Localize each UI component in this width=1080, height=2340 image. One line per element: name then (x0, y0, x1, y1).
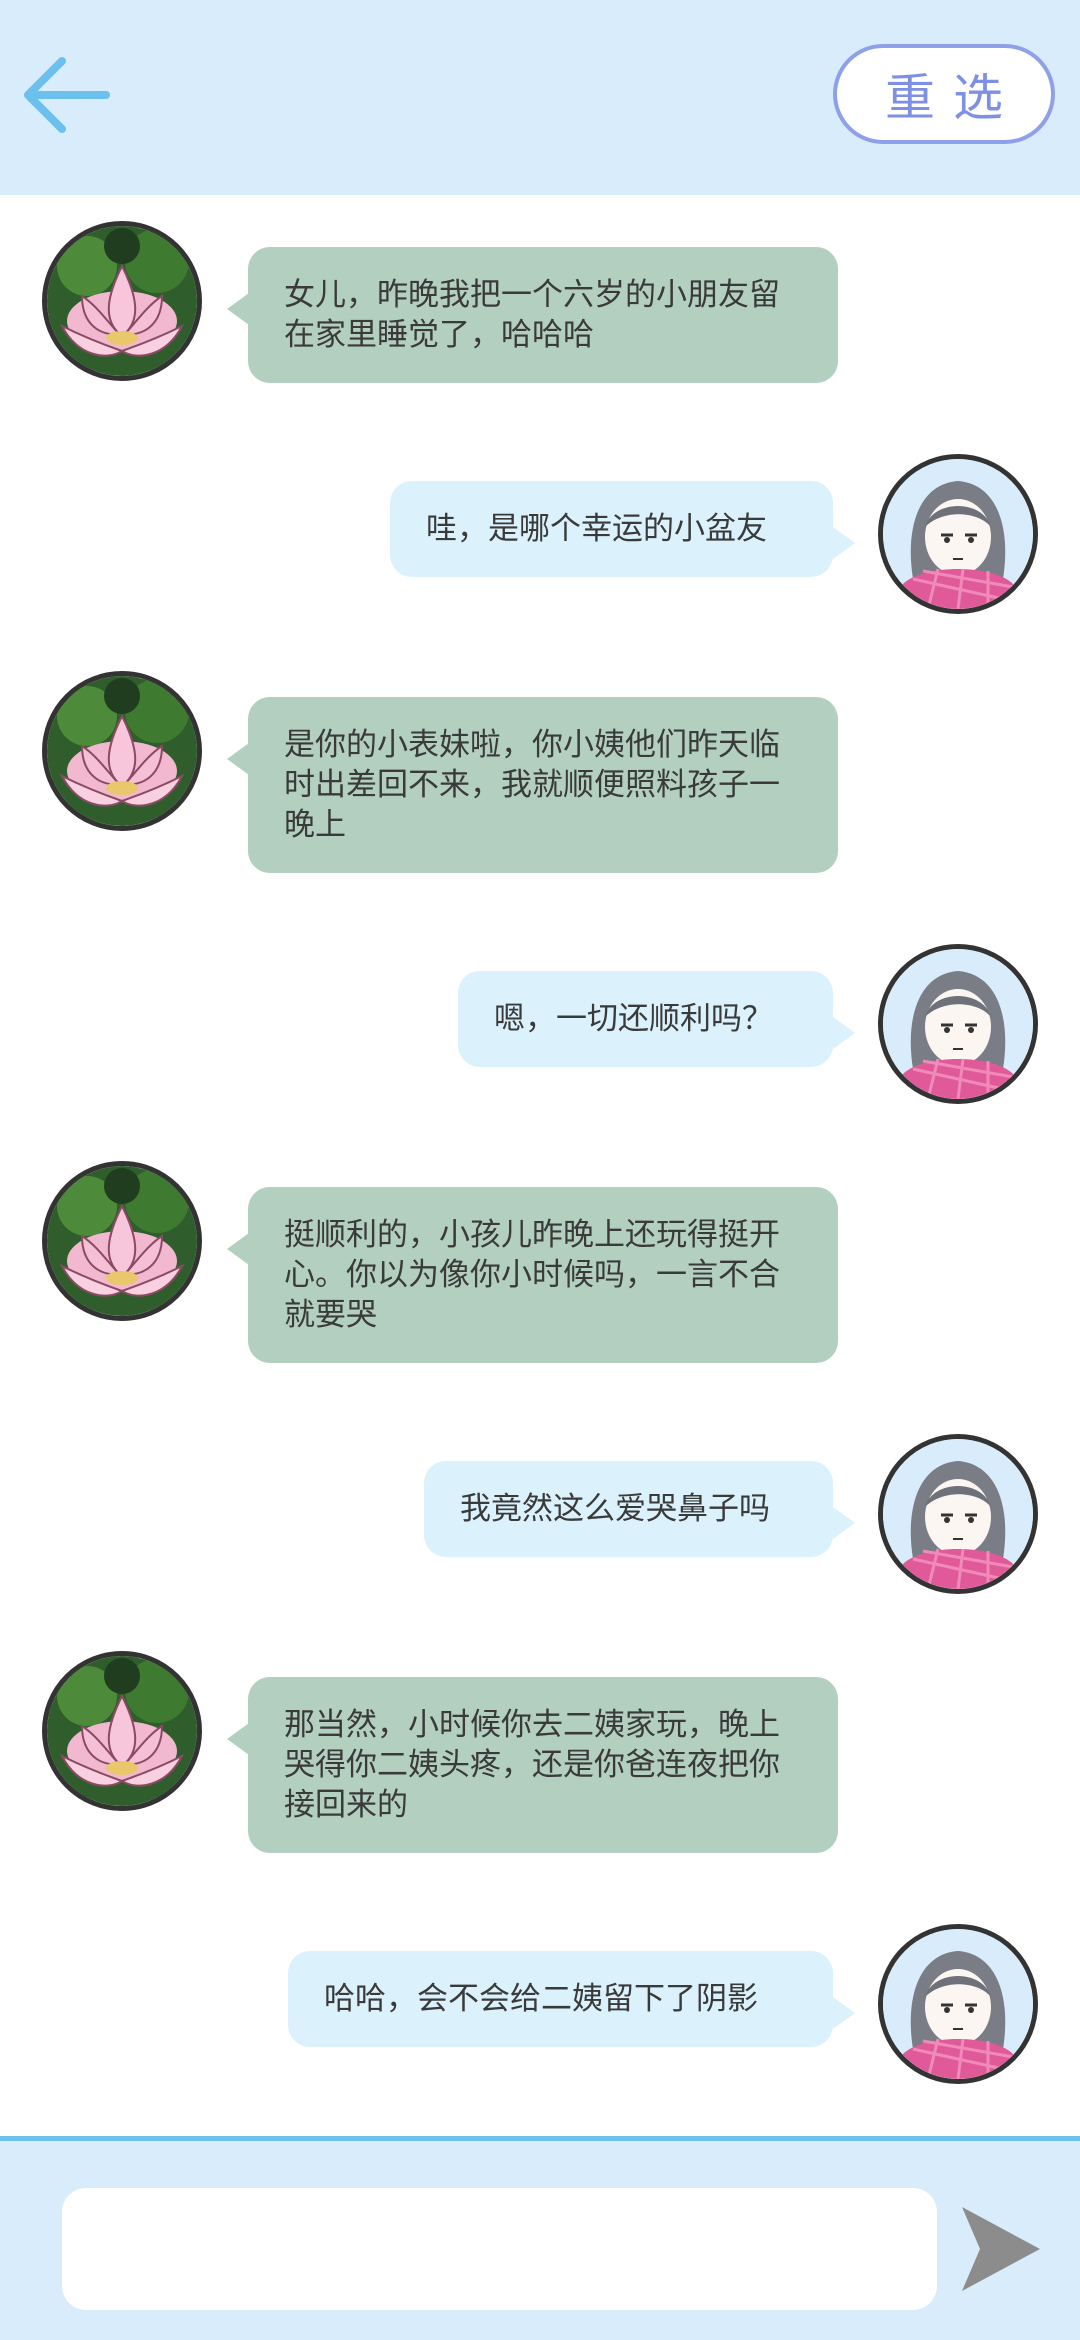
arrow-left-icon (24, 57, 110, 133)
back-button[interactable] (18, 45, 118, 145)
reselect-button[interactable]: 重选 (833, 44, 1055, 144)
sent-message-bubble[interactable]: 哇，是哪个幸运的小盆友 (390, 481, 833, 577)
composer-bar (0, 2136, 1080, 2340)
received-message-bubble[interactable]: 是你的小表妹啦，你小姨他们昨天临时出差回不来，我就顺便照料孩子一晚上 (248, 697, 838, 873)
bubble-tail (833, 1997, 855, 2029)
my-avatar[interactable] (878, 944, 1038, 1104)
bubble-tail (227, 1233, 249, 1265)
message-input[interactable] (62, 2188, 937, 2310)
send-arrow-icon (962, 2207, 1040, 2291)
bubble-tail (833, 1507, 855, 1539)
mom-avatar[interactable] (42, 1161, 202, 1321)
received-message-bubble[interactable]: 那当然，小时候你去二姨家玩，晚上哭得你二姨头疼，还是你爸连夜把你接回来的 (248, 1677, 838, 1853)
my-avatar[interactable] (878, 1924, 1038, 2084)
send-button[interactable] (960, 2203, 1042, 2295)
sent-message-bubble[interactable]: 嗯，一切还顺利吗？ (458, 971, 833, 1067)
sent-message-bubble[interactable]: 我竟然这么爱哭鼻子吗 (424, 1461, 833, 1557)
bubble-tail (227, 743, 249, 775)
mom-avatar[interactable] (42, 221, 202, 381)
my-avatar[interactable] (878, 1434, 1038, 1594)
received-message-bubble[interactable]: 挺顺利的，小孩儿昨晚上还玩得挺开心。你以为像你小时候吗，一言不合就要哭 (248, 1187, 838, 1363)
top-bar: 重选 (0, 0, 1080, 195)
bubble-tail (833, 527, 855, 559)
bubble-tail (227, 293, 249, 325)
my-avatar[interactable] (878, 454, 1038, 614)
mom-avatar[interactable] (42, 1651, 202, 1811)
chat-area: 女儿，昨晚我把一个六岁的小朋友留在家里睡觉了，哈哈哈哇，是哪个幸运的小盆友是你的… (0, 195, 1080, 2140)
reselect-label: 重选 (885, 69, 1021, 127)
bubble-tail (833, 1017, 855, 1049)
sent-message-bubble[interactable]: 哈哈，会不会给二姨留下了阴影 (288, 1951, 833, 2047)
received-message-bubble[interactable]: 女儿，昨晚我把一个六岁的小朋友留在家里睡觉了，哈哈哈 (248, 247, 838, 383)
mom-avatar[interactable] (42, 671, 202, 831)
bubble-tail (227, 1723, 249, 1755)
